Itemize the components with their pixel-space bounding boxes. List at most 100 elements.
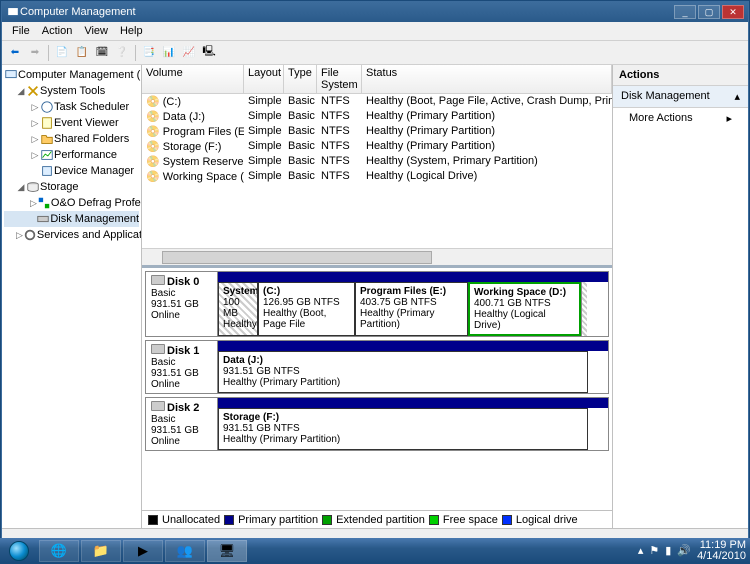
- volume-row[interactable]: 📀 Working Space (D:)SimpleBasicNTFSHealt…: [142, 169, 612, 184]
- tree-systools[interactable]: ◢System Tools: [4, 83, 139, 99]
- menu-action[interactable]: Action: [36, 23, 79, 39]
- refresh-button[interactable]: 🗓: [93, 44, 111, 62]
- disk-info[interactable]: Disk 1Basic931.51 GBOnline: [146, 341, 218, 393]
- start-button[interactable]: [0, 538, 38, 563]
- volume-row[interactable]: 📀 Storage (F:)SimpleBasicNTFSHealthy (Pr…: [142, 139, 612, 154]
- navigation-tree[interactable]: Computer Management (Local ◢System Tools…: [2, 65, 142, 528]
- volume-list[interactable]: Volume Layout Type File System Status 📀 …: [142, 65, 612, 265]
- actions-diskmgmt[interactable]: Disk Management▴: [613, 86, 748, 108]
- tree-diskmgmt[interactable]: Disk Management: [4, 211, 139, 227]
- tree-devmgr[interactable]: Device Manager: [4, 163, 139, 179]
- clock[interactable]: 11:19 PM 4/14/2010: [697, 540, 746, 562]
- properties-button[interactable]: 📋: [73, 44, 91, 62]
- col-fs[interactable]: File System: [317, 65, 362, 93]
- volume-row[interactable]: 📀 Program Files (E:)SimpleBasicNTFSHealt…: [142, 124, 612, 139]
- help-button[interactable]: ❔: [113, 44, 131, 62]
- disk-band: [218, 398, 608, 408]
- legend: Unallocated Primary partition Extended p…: [142, 510, 612, 528]
- collapse-icon: ▴: [734, 90, 740, 103]
- volume-icon[interactable]: 🔊: [677, 544, 691, 557]
- event-icon: [40, 116, 54, 130]
- hscrollbar[interactable]: [142, 248, 612, 265]
- titlebar[interactable]: Computer Management _ ▢ ✕: [2, 2, 748, 22]
- disk-icon: [151, 401, 165, 411]
- tree-task[interactable]: ▷Task Scheduler: [4, 99, 139, 115]
- volume-row[interactable]: 📀 Data (J:)SimpleBasicNTFSHealthy (Prima…: [142, 109, 612, 124]
- tree-services[interactable]: ▷Services and Applications: [4, 227, 139, 243]
- volume-header[interactable]: Volume Layout Type File System Status: [142, 65, 612, 94]
- disk-row[interactable]: Disk 0Basic931.51 GBOnlineSystem100 MBHe…: [145, 271, 609, 337]
- disk-band: [218, 341, 608, 351]
- partition[interactable]: System100 MBHealthy: [218, 282, 258, 336]
- task-messenger[interactable]: 👥: [165, 540, 205, 562]
- disk-info[interactable]: Disk 2Basic931.51 GBOnline: [146, 398, 218, 450]
- window-frame: Computer Management _ ▢ ✕ File Action Vi…: [1, 1, 749, 539]
- swatch-logical: [502, 515, 512, 525]
- col-status[interactable]: Status: [362, 65, 612, 93]
- partition[interactable]: (C:)126.95 GB NTFSHealthy (Boot, Page Fi…: [258, 282, 355, 336]
- chevron-right-icon: ▸: [726, 112, 732, 125]
- toolbar: ⬅ ➡ 📄 📋 🗓 ❔ 📑 📊 📈 🖳: [2, 41, 748, 65]
- menu-help[interactable]: Help: [114, 23, 149, 39]
- app-icon: [6, 5, 20, 19]
- tree-storage[interactable]: ◢Storage: [4, 179, 139, 195]
- network-icon[interactable]: ▮: [665, 544, 671, 557]
- partition[interactable]: Working Space (D:)400.71 GB NTFSHealthy …: [468, 282, 581, 336]
- scroll-thumb[interactable]: [162, 251, 432, 264]
- tree-perf[interactable]: ▷Performance: [4, 147, 139, 163]
- disk-row[interactable]: Disk 1Basic931.51 GBOnlineData (J:)931.5…: [145, 340, 609, 394]
- tree-event[interactable]: ▷Event Viewer: [4, 115, 139, 131]
- tool-button-2[interactable]: 📊: [160, 44, 178, 62]
- task-compmgmt[interactable]: 🖥: [207, 540, 247, 562]
- start-orb-icon: [9, 541, 29, 561]
- disk-icon: [151, 275, 165, 285]
- defrag-icon: [37, 196, 51, 210]
- tree-shared[interactable]: ▷Shared Folders: [4, 131, 139, 147]
- swatch-extended: [322, 515, 332, 525]
- menu-view[interactable]: View: [78, 23, 114, 39]
- forward-button[interactable]: ➡: [26, 44, 44, 62]
- tray-expand-icon[interactable]: ▴: [638, 544, 644, 557]
- back-button[interactable]: ⬅: [6, 44, 24, 62]
- statusbar: [2, 528, 748, 538]
- col-type[interactable]: Type: [284, 65, 317, 93]
- tool-button-4[interactable]: 🖳: [200, 44, 218, 62]
- computer-icon: [4, 68, 18, 82]
- partition[interactable]: Data (J:)931.51 GB NTFSHealthy (Primary …: [218, 351, 588, 393]
- tree-defrag[interactable]: ▷O&O Defrag Profession: [4, 195, 139, 211]
- swatch-unallocated: [148, 515, 158, 525]
- center-pane: Volume Layout Type File System Status 📀 …: [142, 65, 613, 528]
- col-volume[interactable]: Volume: [142, 65, 244, 93]
- tree-root[interactable]: Computer Management (Local: [4, 67, 139, 83]
- task-explorer[interactable]: 📁: [81, 540, 121, 562]
- disk-info[interactable]: Disk 0Basic931.51 GBOnline: [146, 272, 218, 336]
- volume-row[interactable]: 📀 (C:)SimpleBasicNTFSHealthy (Boot, Page…: [142, 94, 612, 109]
- disk-row[interactable]: Disk 2Basic931.51 GBOnlineStorage (F:)93…: [145, 397, 609, 451]
- tools-icon: [26, 84, 40, 98]
- partition[interactable]: Storage (F:)931.51 GB NTFSHealthy (Prima…: [218, 408, 588, 450]
- disk-icon: [36, 212, 50, 226]
- show-hide-button[interactable]: 📄: [53, 44, 71, 62]
- menu-file[interactable]: File: [6, 23, 36, 39]
- tool-button-1[interactable]: 📑: [140, 44, 158, 62]
- col-layout[interactable]: Layout: [244, 65, 284, 93]
- volume-row[interactable]: 📀 System ReservedSimpleBasicNTFSHealthy …: [142, 154, 612, 169]
- disk-graphical-view[interactable]: Disk 0Basic931.51 GBOnlineSystem100 MBHe…: [142, 265, 612, 510]
- close-button[interactable]: ✕: [722, 5, 744, 19]
- task-media[interactable]: ▶: [123, 540, 163, 562]
- system-tray[interactable]: ▴ ⚑ ▮ 🔊 11:19 PM 4/14/2010: [638, 540, 750, 562]
- minimize-button[interactable]: _: [674, 5, 696, 19]
- end-gap: [581, 282, 587, 336]
- task-ie[interactable]: 🌐: [39, 540, 79, 562]
- menubar: File Action View Help: [2, 22, 748, 41]
- taskbar[interactable]: 🌐 📁 ▶ 👥 🖥 ▴ ⚑ ▮ 🔊 11:19 PM 4/14/2010: [0, 538, 750, 563]
- tool-button-3[interactable]: 📈: [180, 44, 198, 62]
- services-icon: [23, 228, 37, 242]
- actions-more[interactable]: More Actions▸: [613, 108, 748, 129]
- maximize-button[interactable]: ▢: [698, 5, 720, 19]
- actions-header: Actions: [613, 65, 748, 86]
- partition[interactable]: Program Files (E:)403.75 GB NTFSHealthy …: [355, 282, 468, 336]
- flag-icon[interactable]: ⚑: [649, 544, 659, 557]
- swatch-primary: [224, 515, 234, 525]
- folder-icon: [40, 132, 54, 146]
